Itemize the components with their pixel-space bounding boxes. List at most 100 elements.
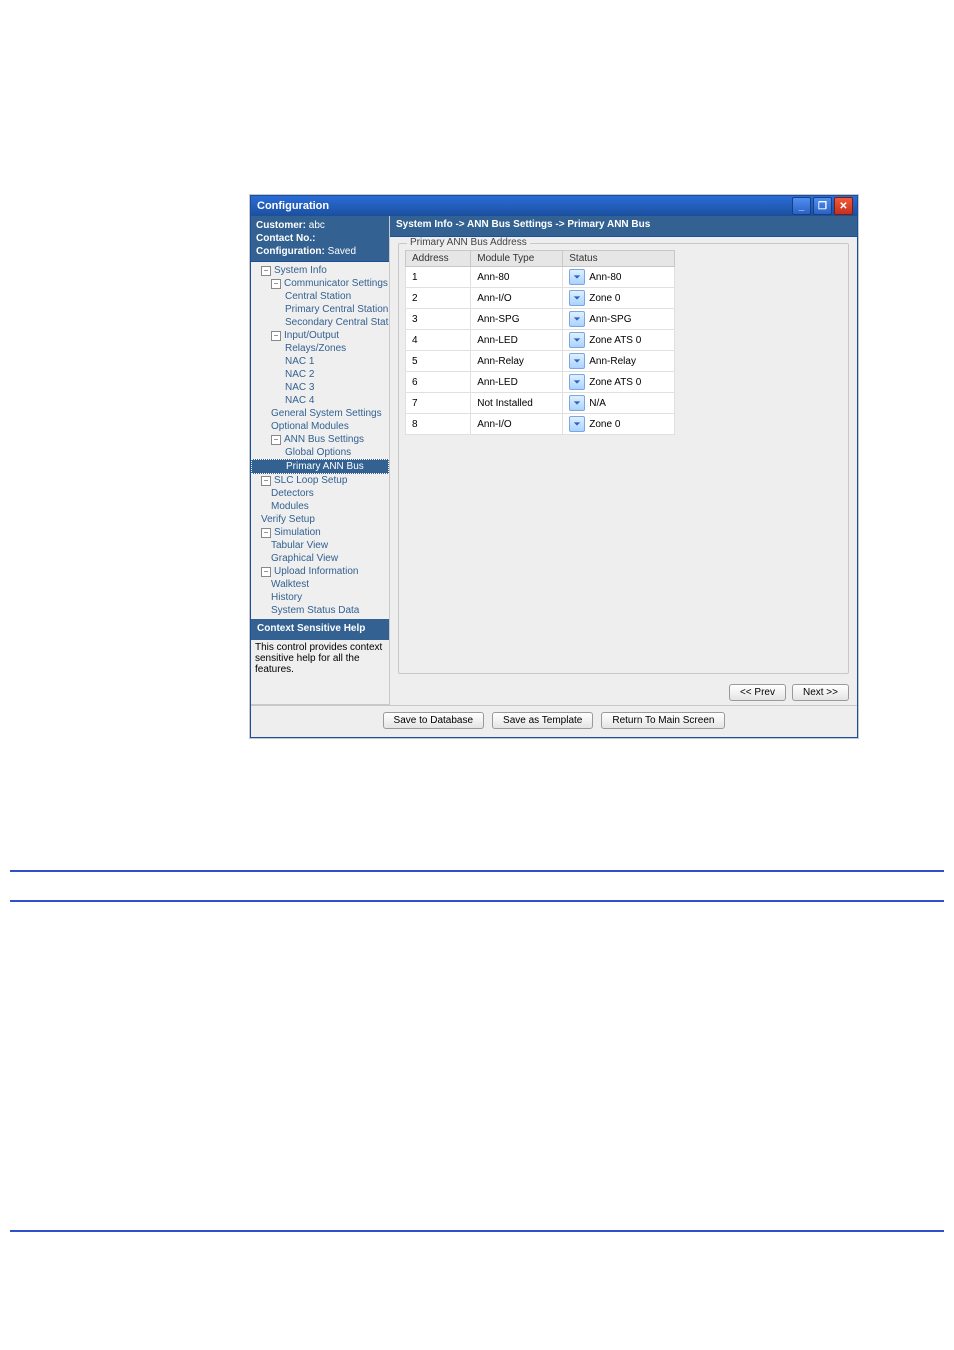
tree-item[interactable]: Detectors [251, 487, 389, 500]
maximize-button[interactable]: ❐ [813, 197, 832, 215]
dropdown-arrow-icon[interactable] [569, 353, 585, 369]
tree-item[interactable]: −SLC Loop Setup [251, 474, 389, 487]
cell-module-type[interactable]: Ann-80 [471, 267, 563, 288]
module-type-value: Ann-LED [477, 335, 518, 346]
collapse-icon[interactable]: − [261, 476, 271, 486]
cell-module-type[interactable]: Not Installed [471, 393, 563, 414]
cell-status[interactable]: Zone 0 [563, 288, 675, 309]
sidebar: Customer: abc Contact No.: Configuration… [251, 216, 390, 705]
tree-item[interactable]: −System Info [251, 264, 389, 277]
cell-address: 3 [406, 309, 471, 330]
cell-status[interactable]: Zone ATS 0 [563, 330, 675, 351]
separator-line [10, 900, 944, 902]
tree-item[interactable]: −Communicator Settings [251, 277, 389, 290]
cell-status[interactable]: Ann-80 [563, 267, 675, 288]
tree-item[interactable]: Graphical View [251, 552, 389, 565]
tree-item-label: NAC 3 [285, 382, 314, 393]
dropdown-arrow-icon[interactable] [569, 374, 585, 390]
cell-address: 8 [406, 414, 471, 435]
tree-item[interactable]: Verify Setup [251, 513, 389, 526]
cell-status[interactable]: Ann-Relay [563, 351, 675, 372]
cell-module-type[interactable]: Ann-I/O [471, 414, 563, 435]
dropdown-arrow-icon[interactable] [569, 311, 585, 327]
tree-item[interactable]: Optional Modules [251, 420, 389, 433]
tree-item[interactable]: Relays/Zones [251, 342, 389, 355]
close-button[interactable]: ✕ [834, 197, 853, 215]
separator-line [10, 870, 944, 872]
tree-item[interactable]: Walktest [251, 578, 389, 591]
dropdown-arrow-icon[interactable] [569, 269, 585, 285]
tree-item[interactable]: Global Options [251, 446, 389, 459]
return-to-main-button[interactable]: Return To Main Screen [601, 712, 725, 729]
tree-item[interactable]: −ANN Bus Settings [251, 433, 389, 446]
status-value: Zone 0 [589, 419, 620, 430]
cell-address: 7 [406, 393, 471, 414]
col-module-type[interactable]: Module Type [471, 251, 563, 267]
tree-item[interactable]: Primary Central Station [251, 303, 389, 316]
tree-item[interactable]: Tabular View [251, 539, 389, 552]
cell-address: 1 [406, 267, 471, 288]
tree-item[interactable]: NAC 3 [251, 381, 389, 394]
tree-item[interactable]: −Upload Information [251, 565, 389, 578]
nav-tree[interactable]: −System Info−Communicator SettingsCentra… [251, 262, 389, 619]
help-header: Context Sensitive Help [251, 619, 389, 640]
tree-item-label: NAC 4 [285, 395, 314, 406]
tree-item[interactable]: −Simulation [251, 526, 389, 539]
status-value: Ann-80 [589, 272, 621, 283]
collapse-icon[interactable]: − [271, 435, 281, 445]
tree-item[interactable]: System Status Data [251, 604, 389, 617]
dropdown-arrow-icon[interactable] [569, 416, 585, 432]
collapse-icon[interactable]: − [261, 528, 271, 538]
collapse-icon[interactable]: − [271, 279, 281, 289]
minimize-button[interactable]: _ [792, 197, 811, 215]
dropdown-arrow-icon[interactable] [569, 332, 585, 348]
tree-item-label: Input/Output [284, 330, 339, 341]
tree-item[interactable]: NAC 4 [251, 394, 389, 407]
cell-status[interactable]: Ann-SPG [563, 309, 675, 330]
prev-button[interactable]: << Prev [729, 684, 786, 701]
cell-module-type[interactable]: Ann-LED [471, 372, 563, 393]
collapse-icon[interactable]: − [261, 567, 271, 577]
customer-value: abc [309, 220, 325, 231]
tree-item-label: ANN Bus Settings [284, 434, 364, 445]
cell-status[interactable]: Zone 0 [563, 414, 675, 435]
tree-item[interactable]: Modules [251, 500, 389, 513]
tree-item[interactable]: Secondary Central Station [251, 316, 389, 329]
cell-status[interactable]: N/A [563, 393, 675, 414]
save-to-database-button[interactable]: Save to Database [383, 712, 485, 729]
col-address[interactable]: Address [406, 251, 471, 267]
next-button[interactable]: Next >> [792, 684, 849, 701]
cell-module-type[interactable]: Ann-Relay [471, 351, 563, 372]
tree-item[interactable]: General System Settings [251, 407, 389, 420]
cell-module-type[interactable]: Ann-I/O [471, 288, 563, 309]
tree-item-label: Primary ANN Bus [286, 461, 364, 472]
tree-item[interactable]: NAC 2 [251, 368, 389, 381]
tree-item-label: Simulation [274, 527, 321, 538]
cell-module-type[interactable]: Ann-LED [471, 330, 563, 351]
tree-item[interactable]: History [251, 591, 389, 604]
collapse-icon[interactable]: − [261, 266, 271, 276]
save-as-template-button[interactable]: Save as Template [492, 712, 593, 729]
tree-item[interactable]: NAC 1 [251, 355, 389, 368]
tree-item-label: Communicator Settings [284, 278, 388, 289]
cell-status[interactable]: Zone ATS 0 [563, 372, 675, 393]
content-panel: System Info -> ANN Bus Settings -> Prima… [390, 216, 857, 705]
tree-item[interactable]: Primary ANN Bus [251, 459, 389, 474]
dropdown-arrow-icon[interactable] [569, 290, 585, 306]
tree-item-label: Secondary Central Station [285, 317, 389, 328]
status-value: N/A [589, 398, 606, 409]
col-status[interactable]: Status [563, 251, 675, 267]
tree-item[interactable]: Central Station [251, 290, 389, 303]
primary-ann-bus-group: Primary ANN Bus Address Address Module T… [398, 243, 849, 674]
window-title: Configuration [255, 200, 329, 212]
table-row: 3Ann-SPGAnn-SPG [406, 309, 675, 330]
tree-item-label: Walktest [271, 579, 309, 590]
collapse-icon[interactable]: − [271, 331, 281, 341]
module-type-value: Ann-Relay [477, 356, 524, 367]
customer-label: Customer: [256, 220, 309, 231]
tree-item[interactable]: −Input/Output [251, 329, 389, 342]
table-row: 7Not Installed N/A [406, 393, 675, 414]
dropdown-arrow-icon[interactable] [569, 395, 585, 411]
table-row: 1Ann-80Ann-80 [406, 267, 675, 288]
cell-module-type[interactable]: Ann-SPG [471, 309, 563, 330]
